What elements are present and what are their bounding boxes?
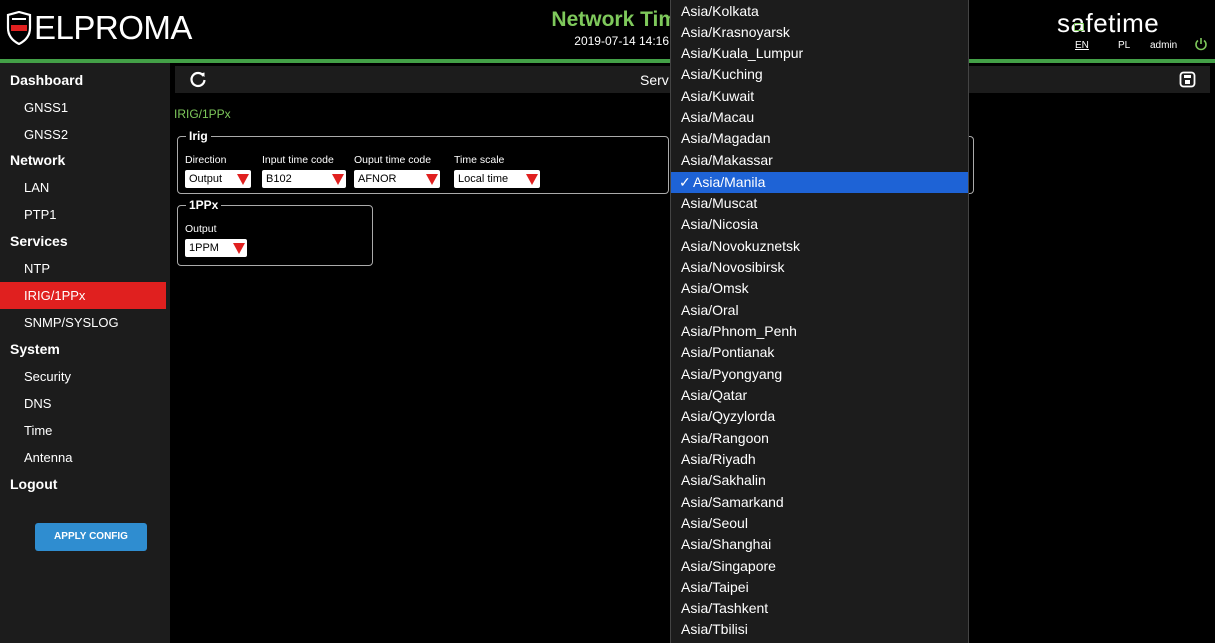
sidebar-item-security[interactable]: Security (0, 363, 166, 390)
pps-output-select[interactable]: 1PPM (185, 239, 247, 257)
dropdown-option[interactable]: Asia/Nicosia (681, 214, 968, 235)
dropdown-option[interactable]: Asia/Singapore (681, 556, 968, 577)
save-icon[interactable] (1179, 71, 1196, 88)
dropdown-option[interactable]: Asia/Samarkand (681, 492, 968, 513)
dropdown-arrow-icon (332, 174, 344, 185)
input-time-code-value: B102 (266, 173, 292, 185)
sidebar-item-antenna[interactable]: Antenna (0, 444, 166, 471)
direction-label: Direction (185, 154, 227, 166)
sidebar-item-gnss1[interactable]: GNSS1 (0, 94, 166, 121)
logo-text: ELPROMA (34, 9, 192, 46)
dropdown-arrow-icon (237, 174, 249, 185)
dropdown-arrow-icon (526, 174, 538, 185)
power-icon[interactable] (1194, 37, 1208, 51)
dropdown-option[interactable]: Asia/Tashkent (681, 598, 968, 619)
sidebar-item-dns[interactable]: DNS (0, 390, 166, 417)
dropdown-option[interactable]: Asia/Qyzylorda (681, 406, 968, 427)
dropdown-option[interactable]: Asia/Pontianak (681, 342, 968, 363)
lang-pl-link[interactable]: PL (1118, 40, 1130, 51)
sidebar-item-network[interactable]: Network (0, 147, 166, 174)
output-time-code-label: Ouput time code (354, 154, 432, 166)
direction-value: Output (189, 173, 223, 185)
dropdown-option[interactable]: Asia/Tbilisi (681, 619, 968, 640)
dropdown-option[interactable]: Asia/Kolkata (681, 1, 968, 22)
dropdown-option[interactable]: Asia/Taipei (681, 577, 968, 598)
output-time-code-value: AFNOR (358, 173, 397, 185)
sidebar-item-lan[interactable]: LAN (0, 174, 166, 201)
timezone-dropdown-list[interactable]: Asia/Kolkata Asia/Krasnoyarsk Asia/Kuala… (670, 0, 969, 643)
dropdown-option[interactable]: Asia/Rangoon (681, 428, 968, 449)
shield-logo-icon (6, 11, 32, 45)
safetime-brand: safetime (1057, 8, 1160, 38)
dropdown-option[interactable]: Asia/Phnom_Penh (681, 321, 968, 342)
dropdown-option[interactable]: Asia/Makassar (681, 150, 968, 171)
dropdown-option[interactable]: Asia/Kuala_Lumpur (681, 43, 968, 64)
pps-output-label: Output (185, 223, 217, 235)
dropdown-option[interactable]: Asia/Omsk (681, 278, 968, 299)
irig-fieldset: Irig Direction Input time code Ouput tim… (177, 128, 669, 194)
sidebar: Dashboard GNSS1 GNSS2 Network LAN PTP1 S… (0, 63, 170, 643)
sidebar-item-ntp[interactable]: NTP (0, 255, 166, 282)
input-time-code-label: Input time code (262, 154, 334, 166)
dropdown-option[interactable]: Asia/Novokuznetsk (681, 236, 968, 257)
dropdown-option[interactable]: Asia/Krasnoyarsk (681, 22, 968, 43)
sidebar-item-gnss2[interactable]: GNSS2 (0, 121, 166, 148)
dropdown-option[interactable]: Asia/Sakhalin (681, 470, 968, 491)
dropdown-option[interactable]: Asia/Shanghai (681, 534, 968, 555)
dropdown-option[interactable]: Asia/Novosibirsk (681, 257, 968, 278)
toolbar-title: Serv (640, 72, 669, 88)
dropdown-option[interactable]: Asia/Muscat (681, 193, 968, 214)
sidebar-item-time[interactable]: Time (0, 417, 166, 444)
dropdown-arrow-icon (426, 174, 438, 185)
dropdown-arrow-icon (233, 243, 245, 254)
sidebar-item-logout[interactable]: Logout (0, 471, 166, 498)
lang-en-link[interactable]: EN (1075, 40, 1089, 51)
time-scale-value: Local time (458, 173, 509, 185)
output-time-code-select[interactable]: AFNOR (354, 170, 440, 188)
user-name: admin (1150, 40, 1178, 51)
sidebar-item-services[interactable]: Services (0, 228, 166, 255)
dropdown-option[interactable]: Asia/Magadan (681, 128, 968, 149)
checkmark-icon: ✓ (679, 174, 691, 190)
pps-fieldset: 1PPx Output 1PPM (177, 197, 373, 266)
time-scale-label: Time scale (454, 154, 505, 166)
direction-select[interactable]: Output (185, 170, 251, 188)
sidebar-item-snmp-syslog[interactable]: SNMP/SYSLOG (0, 309, 166, 336)
sidebar-item-irig-1ppx[interactable]: IRIG/1PPx (0, 282, 166, 309)
dropdown-option[interactable]: Asia/Oral (681, 300, 968, 321)
dropdown-option[interactable]: Asia/Seoul (681, 513, 968, 534)
header-divider (0, 59, 1215, 63)
input-time-code-select[interactable]: B102 (262, 170, 346, 188)
refresh-icon[interactable] (189, 70, 207, 88)
breadcrumb: IRIG/1PPx (174, 107, 231, 121)
sidebar-item-ptp1[interactable]: PTP1 (0, 201, 166, 228)
sidebar-item-system[interactable]: System (0, 336, 166, 363)
header: ELPROMA Network Time S 2019-07-14 14:16:… (0, 0, 1215, 59)
dropdown-option[interactable]: Asia/Macau (681, 107, 968, 128)
dropdown-option[interactable]: Asia/Kuwait (681, 86, 968, 107)
dropdown-option[interactable]: Asia/Riyadh (681, 449, 968, 470)
dropdown-option[interactable]: Asia/Pyongyang (681, 364, 968, 385)
dropdown-option[interactable]: Asia/Qatar (681, 385, 968, 406)
dropdown-option[interactable]: Asia/Kuching (681, 64, 968, 85)
pps-output-value: 1PPM (189, 242, 219, 254)
irig-legend: Irig (186, 128, 211, 144)
dropdown-option-selected[interactable]: ✓ Asia/Manila (671, 172, 968, 193)
sidebar-item-dashboard[interactable]: Dashboard (0, 67, 166, 94)
pps-legend: 1PPx (186, 197, 222, 213)
elproma-logo: ELPROMA (6, 8, 192, 48)
apply-config-button[interactable]: APPLY CONFIG (35, 523, 147, 551)
time-scale-select[interactable]: Local time (454, 170, 540, 188)
selected-option-label: Asia/Manila (693, 174, 766, 190)
